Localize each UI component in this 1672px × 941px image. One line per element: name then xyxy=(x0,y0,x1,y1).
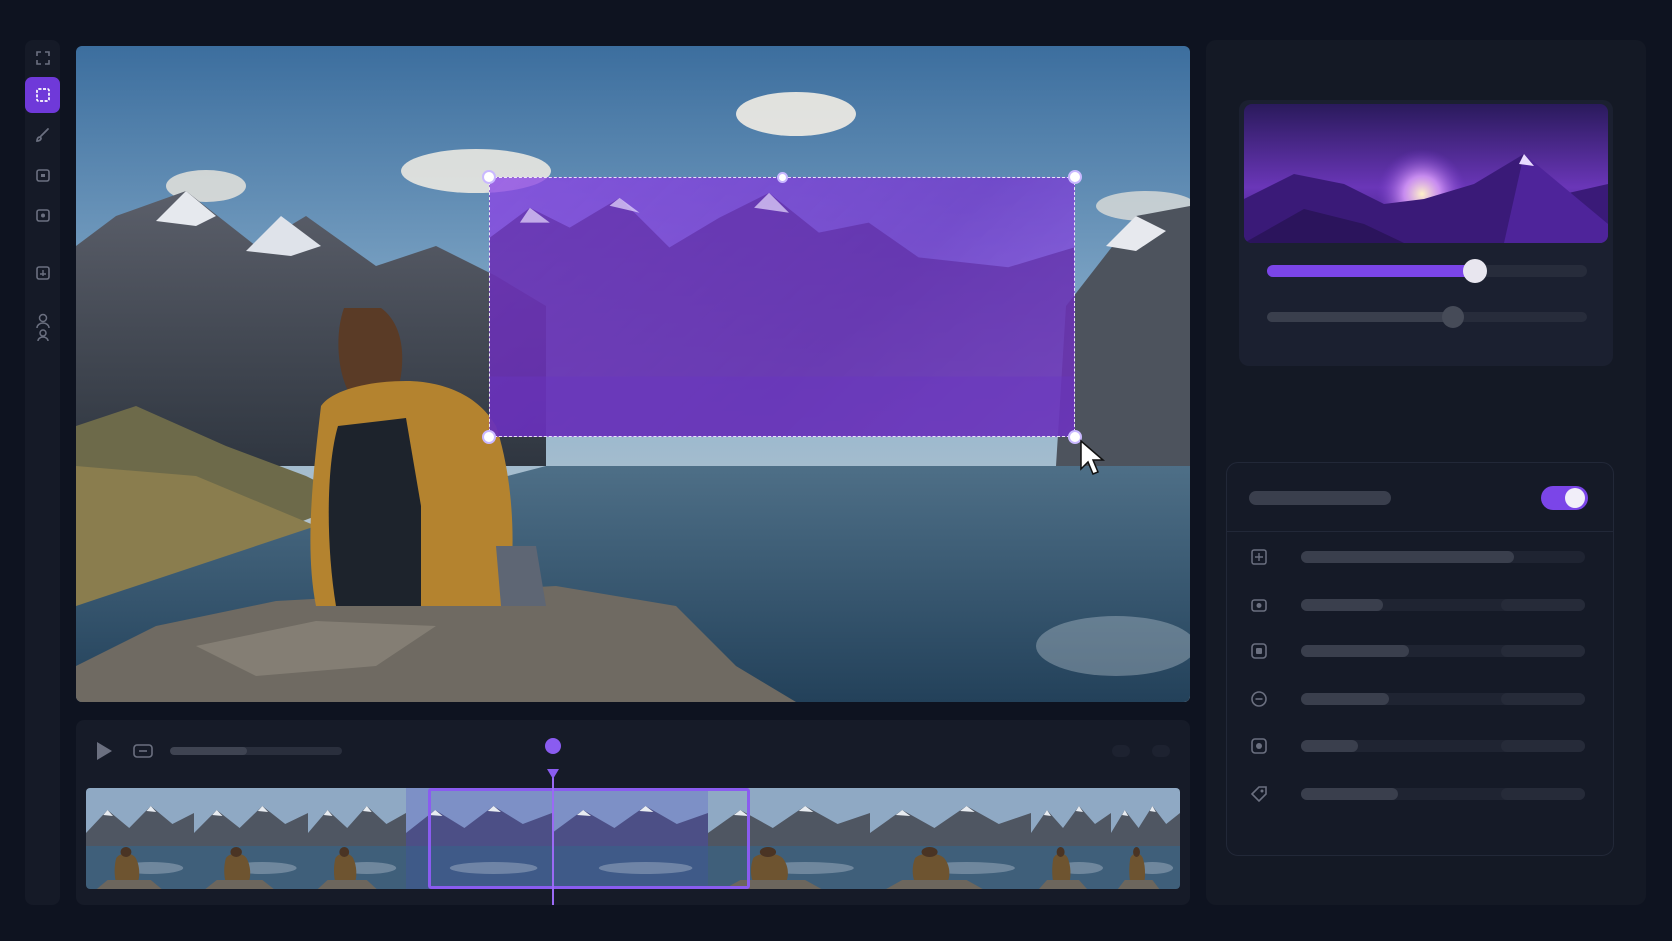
mouse-cursor-icon xyxy=(1080,439,1106,475)
adjust-icon xyxy=(35,209,50,222)
settings-row[interactable] xyxy=(1249,545,1594,569)
playhead-handle[interactable] xyxy=(545,738,561,754)
layer-tool[interactable] xyxy=(25,157,60,193)
expand-icon xyxy=(35,51,50,65)
loop-icon[interactable] xyxy=(132,742,154,760)
settings-row[interactable] xyxy=(1249,734,1594,758)
resize-handle-top-right[interactable] xyxy=(1068,170,1082,184)
toggle-knob xyxy=(1565,488,1585,508)
settings-row-value-bar xyxy=(1301,788,1398,800)
image-plus-icon xyxy=(1251,549,1267,565)
slider-fill xyxy=(1267,312,1453,322)
settings-toggle[interactable] xyxy=(1541,486,1588,510)
timeline-progress-fill xyxy=(170,747,248,755)
settings-row-value-bar xyxy=(1301,599,1383,611)
expand-tool[interactable] xyxy=(25,40,60,76)
settings-row-value-bar xyxy=(1301,693,1389,705)
slider-knob[interactable] xyxy=(1441,306,1464,328)
timeline-progress[interactable] xyxy=(170,747,342,755)
resize-handle-top[interactable] xyxy=(776,171,788,183)
timeline-frame[interactable] xyxy=(870,788,1031,889)
select-crop-icon xyxy=(35,88,50,102)
timeline-frame[interactable] xyxy=(308,788,406,889)
timeline-frame[interactable] xyxy=(86,788,194,889)
timeline-frame[interactable] xyxy=(1111,788,1180,889)
settings-card xyxy=(1226,462,1614,856)
brush-tool[interactable] xyxy=(25,117,60,153)
select-crop-tool[interactable] xyxy=(25,77,60,113)
settings-row[interactable] xyxy=(1249,593,1594,617)
settings-row-value-bar xyxy=(1301,740,1358,752)
tag-icon xyxy=(1250,786,1267,803)
playhead-marker-icon xyxy=(547,769,559,779)
settings-row-segment xyxy=(1501,693,1585,705)
selection-marquee[interactable] xyxy=(489,177,1075,437)
timeline-frame[interactable] xyxy=(552,788,708,889)
stamp-icon xyxy=(35,266,50,280)
settings-row[interactable] xyxy=(1249,639,1594,663)
chat-icon xyxy=(1251,691,1267,707)
resize-handle-bottom-left[interactable] xyxy=(482,430,496,444)
settings-row-value-bar xyxy=(1301,551,1514,563)
slider-fill xyxy=(1267,265,1475,277)
timeline-panel xyxy=(76,720,1190,905)
people-icon xyxy=(35,313,50,342)
timeline-frame[interactable] xyxy=(1031,788,1111,889)
divider xyxy=(1227,531,1613,532)
preview-card xyxy=(1239,100,1613,366)
settings-row-segment xyxy=(1501,645,1585,657)
settings-row-segment xyxy=(1501,740,1585,752)
settings-row-value-bar xyxy=(1301,645,1409,657)
settings-row-segment xyxy=(1501,788,1585,800)
preview-thumbnail xyxy=(1244,104,1608,243)
timeline-zoom-in[interactable] xyxy=(1152,745,1170,757)
square-icon xyxy=(1251,643,1267,659)
image-canvas[interactable] xyxy=(76,46,1190,702)
filmstrip xyxy=(86,788,1180,889)
preview-slider-secondary[interactable] xyxy=(1267,306,1587,328)
slider-knob[interactable] xyxy=(1463,259,1487,283)
camera-icon xyxy=(1251,599,1267,612)
settings-row[interactable] xyxy=(1249,687,1594,711)
stamp-tool[interactable] xyxy=(25,255,60,291)
properties-panel xyxy=(1206,40,1646,905)
badge-icon xyxy=(1251,738,1267,754)
timeline-frame[interactable] xyxy=(194,788,308,889)
people-tool[interactable] xyxy=(25,302,60,352)
adjust-tool[interactable] xyxy=(25,197,60,233)
selection-overlay-art xyxy=(490,192,1074,436)
play-icon[interactable] xyxy=(94,740,114,762)
timeline-zoom-out[interactable] xyxy=(1112,745,1130,757)
settings-row-segment xyxy=(1501,599,1585,611)
settings-title-placeholder xyxy=(1249,491,1391,505)
timeline-frame[interactable] xyxy=(406,788,552,889)
settings-row[interactable] xyxy=(1249,782,1594,806)
playhead-line xyxy=(552,772,554,905)
resize-handle-top-left[interactable] xyxy=(482,170,496,184)
timeline-frame[interactable] xyxy=(708,788,870,889)
left-toolbar xyxy=(25,40,60,905)
brush-icon xyxy=(35,128,49,142)
preview-slider-primary[interactable] xyxy=(1267,259,1587,283)
layer-icon xyxy=(35,169,50,182)
